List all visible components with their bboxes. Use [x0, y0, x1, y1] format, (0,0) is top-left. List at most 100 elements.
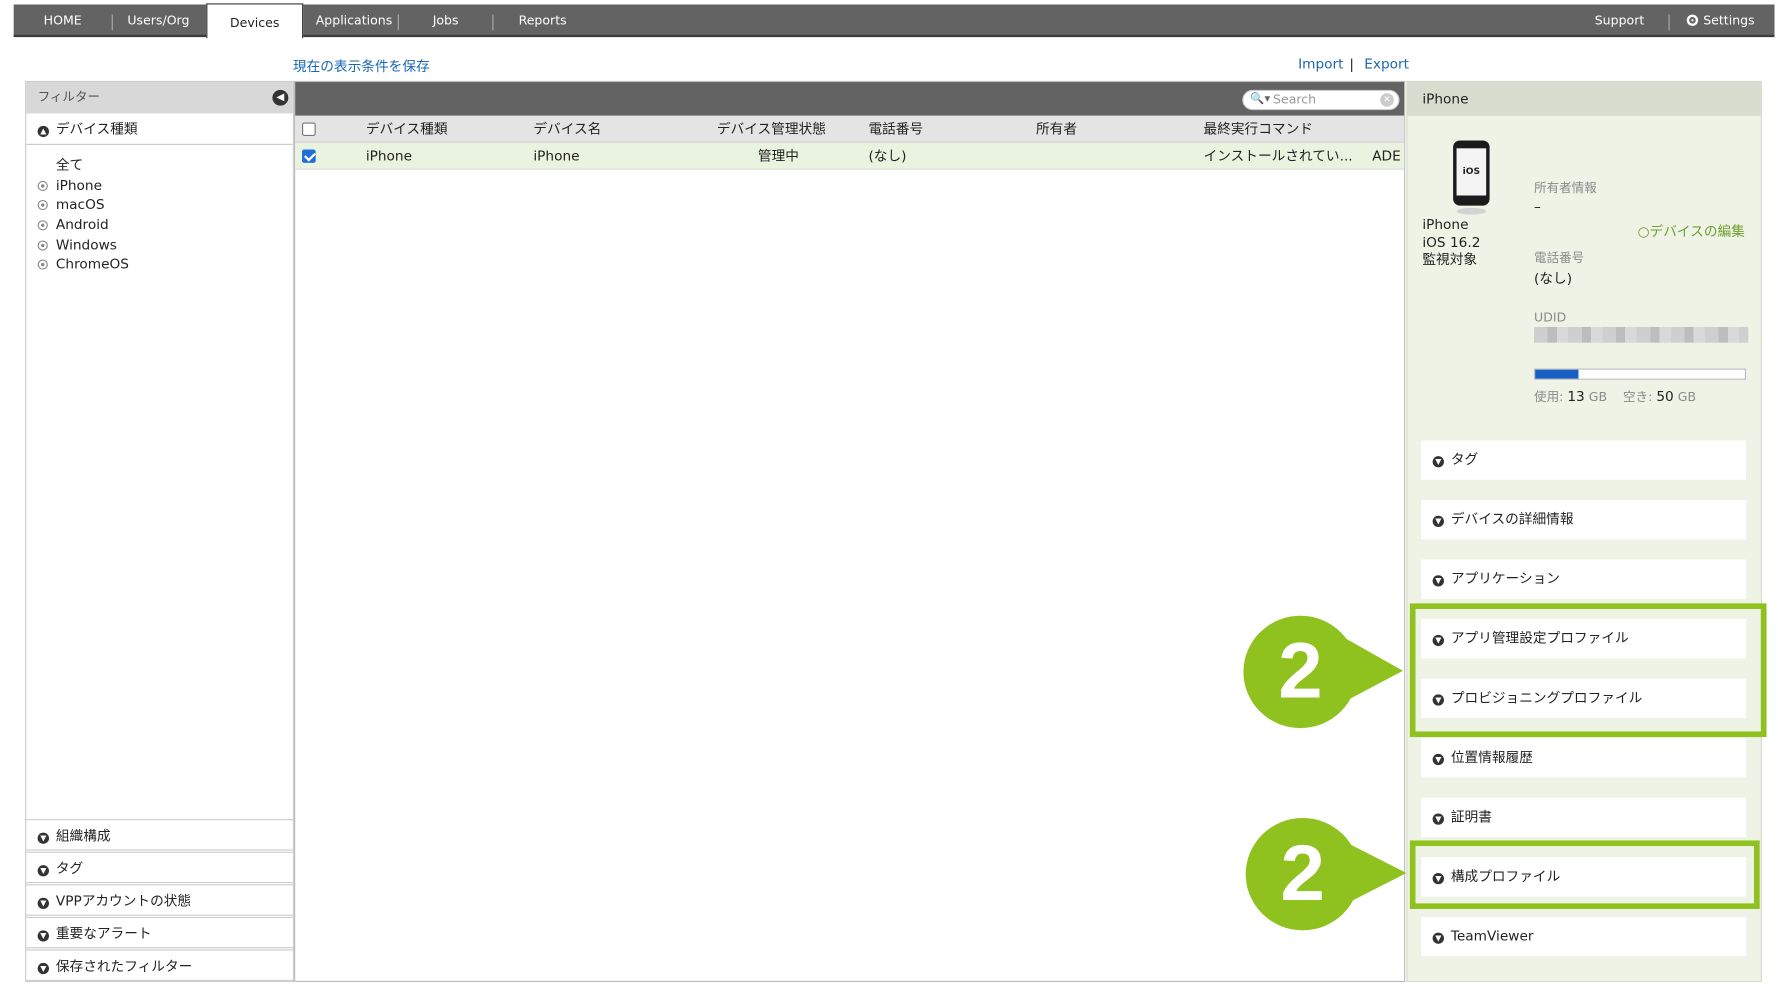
cell-phone: (なし)	[868, 148, 907, 165]
search-input[interactable]: 🔍▾ Search ✕	[1242, 89, 1400, 111]
owner-value: –	[1534, 198, 1541, 215]
edit-device-link[interactable]: ○デバイスの編集	[1638, 221, 1745, 240]
iphone-icon: iOS	[1453, 140, 1490, 206]
filter-section-label: タグ	[55, 860, 84, 877]
edit-device-label: デバイスの編集	[1649, 223, 1745, 240]
settings-label: Settings	[1703, 13, 1755, 29]
device-table-panel: 🔍▾ Search ✕ デバイス種類 デバイス名 デバイス管理状態 電話番号 所…	[294, 80, 1406, 983]
accordion-device-details[interactable]: ▼ デバイスの詳細情報	[1421, 500, 1747, 540]
filter-device-type-label: デバイス種類	[55, 121, 138, 138]
filter-header: フィルター ◀	[26, 82, 293, 114]
device-summary: iPhone iOS 16.2 監視対象	[1422, 217, 1480, 269]
import-link[interactable]: Import	[1298, 56, 1343, 72]
cell-last-command: インストールされてい...	[1203, 148, 1353, 165]
device-supervised: 監視対象	[1422, 251, 1478, 268]
column-header[interactable]: デバイス名	[533, 116, 601, 143]
tab-reports[interactable]: Reports	[519, 4, 567, 37]
filter-option-all[interactable]: 全て	[56, 156, 293, 176]
nav-divider	[1668, 14, 1670, 31]
nav-divider	[492, 14, 494, 31]
accordion-label: デバイスの詳細情報	[1450, 511, 1574, 527]
app-window: HOME Users/Org Devices Applications Jobs…	[0, 0, 1778, 1000]
save-view-link[interactable]: 現在の表示条件を保存	[293, 56, 430, 75]
device-os: iOS 16.2	[1422, 234, 1481, 251]
filter-option-chromeos[interactable]: ChromeOS	[37, 256, 293, 276]
device-model: iPhone	[1422, 216, 1469, 233]
tab-devices[interactable]: Devices	[206, 3, 304, 39]
filter-section-org[interactable]: ▼ 組織構成	[26, 819, 293, 851]
phone-label: 電話番号	[1534, 250, 1585, 266]
table-row[interactable]: iPhone iPhone 管理中 (なし) インストールされてい... ADE	[295, 142, 1405, 170]
chevron-down-icon: ▼	[1432, 932, 1444, 944]
nav-divider	[111, 14, 113, 31]
accordion-label: アプリケーション	[1450, 570, 1560, 587]
select-all-checkbox[interactable]	[302, 122, 316, 136]
filter-section-alerts[interactable]: ▼ 重要なアラート	[26, 916, 293, 949]
callout-badge-2: 2	[1243, 615, 1403, 729]
search-icon: 🔍▾	[1250, 93, 1271, 106]
cell-status: 管理中	[757, 148, 799, 165]
column-header[interactable]: 所有者	[1036, 116, 1077, 143]
filter-device-type-header[interactable]: ▲ デバイス種類	[26, 113, 293, 145]
ios-icon-label: iOS	[1456, 148, 1487, 196]
free-label: 空き:	[1623, 389, 1653, 405]
accordion-label: 位置情報履歴	[1450, 749, 1533, 766]
tab-applications[interactable]: Applications	[316, 4, 393, 37]
filter-section-saved[interactable]: ▼ 保存されたフィルター	[26, 949, 293, 981]
settings-link[interactable]: Settings	[1684, 4, 1757, 37]
collapse-left-icon[interactable]: ◀	[272, 89, 289, 106]
accordion-label: TeamViewer	[1450, 928, 1534, 944]
filter-section-vpp[interactable]: ▼ VPPアカウントの状態	[26, 884, 293, 916]
row-checkbox[interactable]	[302, 149, 316, 163]
radio-icon	[37, 220, 48, 231]
tab-jobs[interactable]: Jobs	[431, 4, 461, 37]
tab-home[interactable]: HOME	[36, 4, 88, 37]
accordion-label: タグ	[1450, 451, 1479, 468]
used-unit: GB	[1588, 389, 1608, 405]
export-link[interactable]: Export	[1364, 56, 1409, 72]
filter-option-label: iPhone	[55, 177, 103, 193]
callout-number: 2	[1278, 626, 1322, 714]
filter-option-android[interactable]: Android	[37, 216, 293, 236]
accordion-label: 証明書	[1450, 808, 1492, 825]
column-header[interactable]: 最終実行コマンド	[1204, 116, 1313, 143]
column-header[interactable]: デバイス管理状態	[717, 116, 826, 143]
column-header[interactable]: 電話番号	[868, 116, 923, 143]
accordion-tag[interactable]: ▼ タグ	[1421, 440, 1747, 480]
filter-option-windows[interactable]: Windows	[37, 236, 293, 256]
tab-users-org[interactable]: Users/Org	[125, 4, 191, 37]
filter-option-label: ChromeOS	[55, 256, 129, 273]
column-header[interactable]: デバイス種類	[366, 116, 448, 143]
chevron-down-icon: ▼	[1432, 575, 1444, 587]
chevron-down-icon: ▼	[37, 897, 50, 909]
clear-search-icon[interactable]: ✕	[1380, 93, 1394, 107]
filter-section-label: VPPアカウントの状態	[55, 893, 192, 909]
chevron-down-icon: ▼	[37, 962, 50, 975]
support-link[interactable]: Support	[1592, 4, 1647, 37]
storage-bar	[1534, 368, 1747, 380]
filter-section-label: 重要なアラート	[55, 925, 152, 942]
accordion-location-history[interactable]: ▼ 位置情報履歴	[1421, 738, 1747, 778]
filter-option-macos[interactable]: macOS	[37, 196, 293, 216]
owner-label: 所有者情報	[1534, 180, 1597, 196]
accordion-certificates[interactable]: ▼ 証明書	[1421, 797, 1747, 838]
used-label: 使用:	[1534, 389, 1564, 405]
cell-enrollment: ADE	[1372, 148, 1401, 165]
udid-value-blurred	[1534, 326, 1749, 343]
table-header: デバイス種類 デバイス名 デバイス管理状態 電話番号 所有者 最終実行コマンド	[295, 115, 1405, 143]
filter-option-iphone[interactable]: iPhone	[37, 176, 293, 196]
chevron-up-icon: ▲	[37, 125, 50, 138]
udid-label: UDID	[1534, 310, 1567, 325]
free-value: 50	[1656, 388, 1674, 405]
table-toolbar: 🔍▾ Search ✕	[295, 82, 1405, 116]
filter-option-label: Windows	[55, 236, 117, 253]
filter-section-tag[interactable]: ▼ タグ	[26, 851, 293, 884]
accordion-applications[interactable]: ▼ アプリケーション	[1421, 559, 1747, 599]
phone-shadow	[1456, 207, 1487, 215]
detail-title: iPhone	[1407, 82, 1761, 116]
accordion-teamviewer[interactable]: ▼ TeamViewer	[1421, 916, 1747, 957]
cell-device-type: iPhone	[365, 148, 413, 165]
filter-option-label: Android	[55, 216, 109, 233]
device-type-list: 全て iPhone macOS Android Windows ChromeOS	[26, 145, 293, 275]
gear-icon	[1687, 14, 1699, 26]
